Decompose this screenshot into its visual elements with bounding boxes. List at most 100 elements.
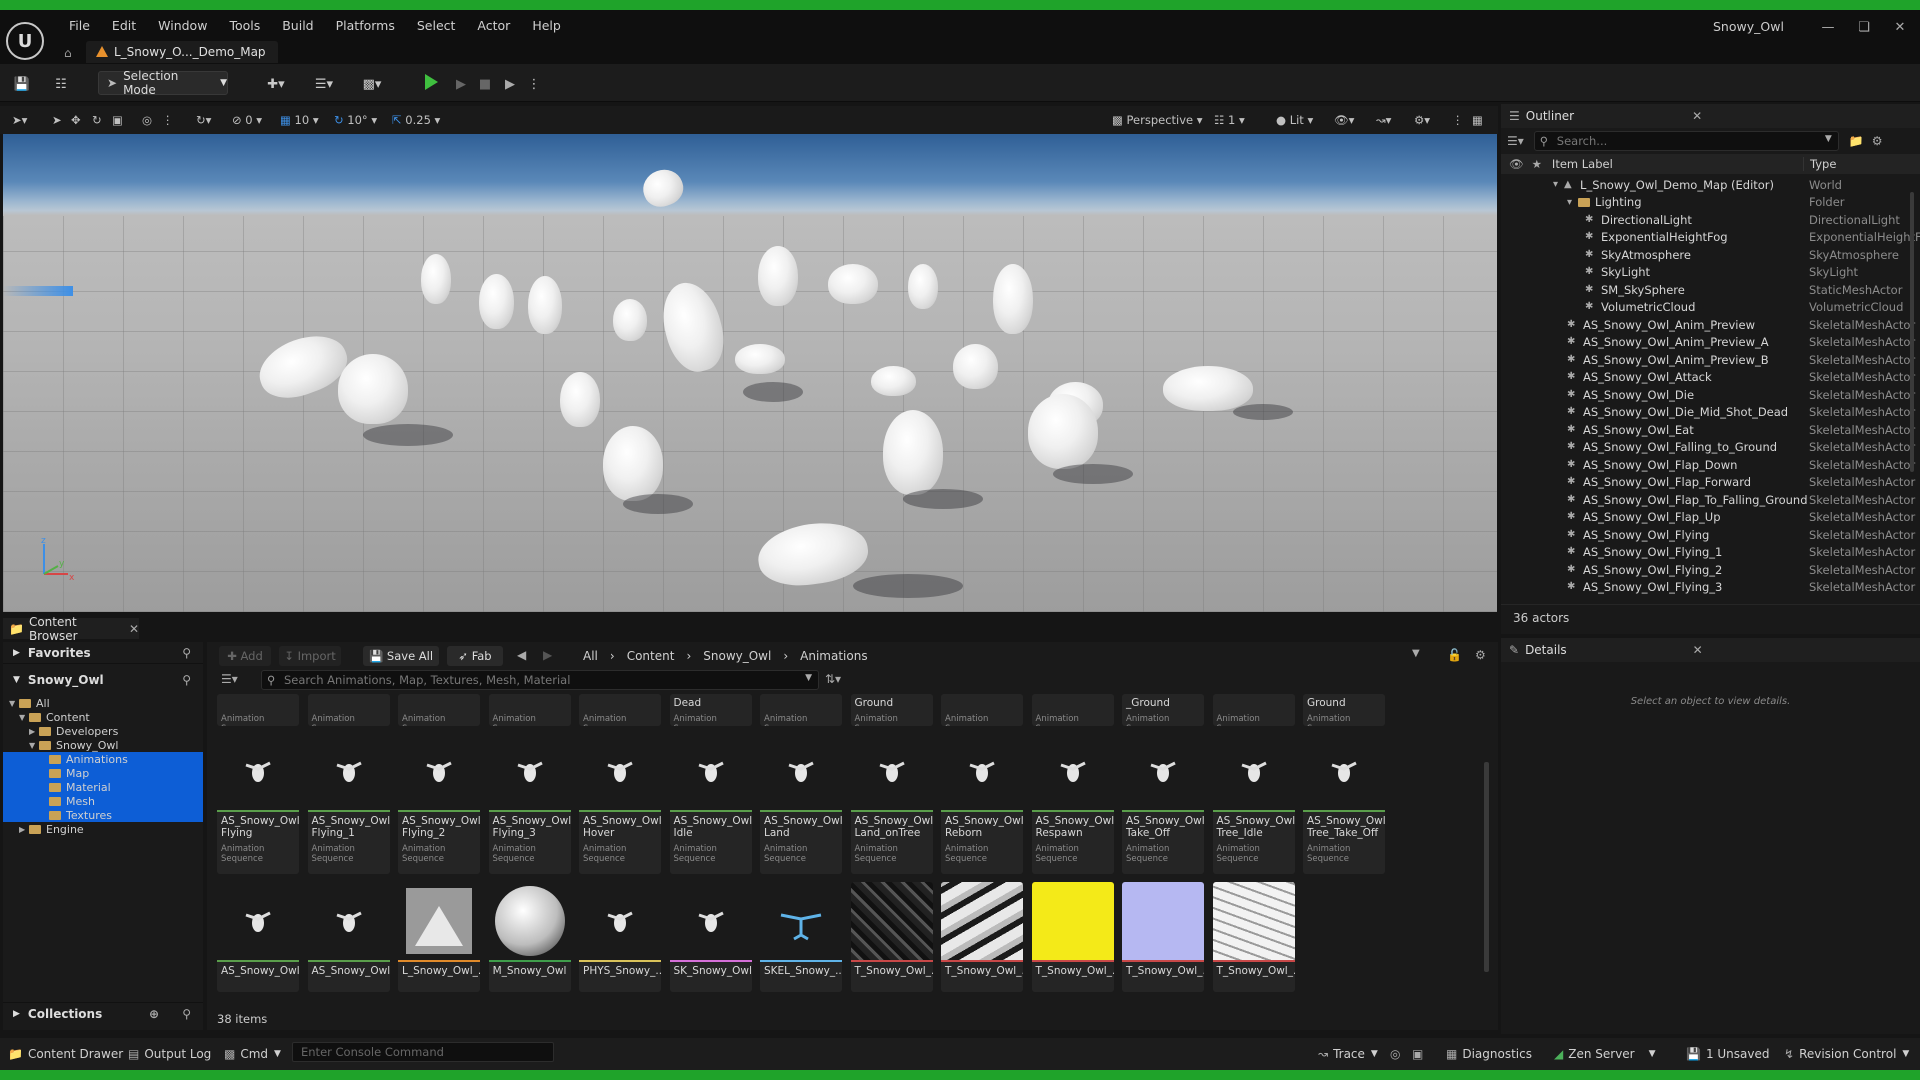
filter-icon[interactable]: ☰▾ (221, 672, 238, 686)
scale-snap[interactable]: ⇱ 0.25 ▾ (392, 110, 440, 130)
asset-tile[interactable]: AS_Snowy_Owl_ Hover Animation Sequence (579, 732, 661, 874)
menu-file[interactable]: File (58, 16, 101, 35)
outliner-row[interactable]: ✱ ExponentialHeightFog ExponentialHeightF (1501, 229, 1920, 247)
level-viewport[interactable] (3, 134, 1497, 612)
asset-tile[interactable]: AS_Snowy_Owl_ Land_onTree Animation Seque… (850, 732, 933, 874)
show-eye-icon[interactable]: 👁▾ (1334, 110, 1354, 130)
outliner-row[interactable]: ✱ AS_Snowy_Owl_Attack SkeletalMeshActor (1501, 369, 1920, 387)
select-arrow-icon[interactable]: ➤ (52, 110, 62, 130)
search-icon[interactable]: ⚲ (182, 1007, 191, 1021)
asset-tile[interactable]: SKEL_Snowy_... (760, 882, 842, 992)
outliner-row[interactable]: ✱ AS_Snowy_Owl_Flying_2 SkeletalMeshActor (1501, 561, 1920, 579)
outliner-row[interactable]: ✱ AS_Snowy_Owl_Flap_Down SkeletalMeshActor (1501, 456, 1920, 474)
asset-tile[interactable]: AS_Snowy_Owl_ Take_Off Animation Sequence (1122, 732, 1204, 874)
asset-tile[interactable]: AS_Snowy_Owl_... (307, 882, 390, 992)
cmd-dropdown[interactable]: ▩ Cmd ▼ (224, 1045, 281, 1063)
asset-tile[interactable]: Animation Sequence (760, 694, 842, 726)
breadcrumb-all[interactable]: All (583, 649, 598, 663)
project-header[interactable]: ▼ Snowy_Owl ⚲ (3, 668, 203, 692)
minimize-icon[interactable]: — (1812, 16, 1844, 38)
tree-chevron-icon[interactable]: ▶ (19, 825, 29, 834)
asset-tile[interactable]: SK_Snowy_Owl (669, 882, 752, 992)
col-type[interactable]: Type (1803, 157, 1836, 171)
outliner-row[interactable]: ✱ SkyLight SkyLight (1501, 264, 1920, 282)
home-icon[interactable]: ⌂ (64, 46, 72, 60)
asset-scrollbar[interactable] (1484, 762, 1489, 972)
outliner-row[interactable]: ✱ AS_Snowy_Owl_Die_Mid_Shot_Dead SkeletalM… (1501, 404, 1920, 422)
menu-select[interactable]: Select (406, 16, 467, 35)
filter-icon[interactable]: ☰▾ (1507, 134, 1524, 148)
browse-icon[interactable]: ☷ (50, 72, 72, 96)
menu-help[interactable]: Help (521, 16, 572, 35)
outliner-row[interactable]: ✱ AS_Snowy_Owl_Anim_Preview SkeletalMeshAc… (1501, 316, 1920, 334)
lit-dropdown[interactable]: ● Lit ▾ (1276, 110, 1313, 130)
asset-tile[interactable]: AS_Snowy_Owl_ Flying_3 Animation Sequence (488, 732, 571, 874)
folder-tree-item[interactable]: ▼ All (3, 696, 203, 710)
outliner-row[interactable]: ✱ AS_Snowy_Owl_Flap_Up SkeletalMeshActor (1501, 509, 1920, 527)
play-icon[interactable] (425, 74, 438, 90)
chevron-down-icon[interactable]: ▾ (1567, 197, 1572, 208)
outliner-row[interactable]: ✱ VolumetricCloud VolumetricCloud (1501, 299, 1920, 317)
asset-search-input[interactable]: ⚲ Search Animations, Map, Textures, Mesh… (261, 670, 819, 690)
asset-tile[interactable]: Animation Sequence (941, 694, 1023, 726)
folder-tree-item[interactable]: Textures (3, 808, 203, 822)
folder-tree-item[interactable]: ▶ Engine (3, 822, 203, 836)
rotate-icon[interactable]: ↻ (92, 110, 102, 130)
asset-tile[interactable]: Animation Sequence (579, 694, 661, 726)
outliner-row[interactable]: ✱ AS_Snowy_Owl_Falling_to_Ground SkeletalM… (1501, 439, 1920, 457)
world-local-icon[interactable]: ◎ (142, 110, 152, 130)
favorites-header[interactable]: ▶ Favorites ⚲ (3, 642, 203, 664)
surface-snap-icon[interactable]: ↻▾ (196, 110, 211, 130)
more-icon[interactable]: ⋮ (162, 110, 174, 130)
lock-icon[interactable]: 🔓 (1447, 648, 1462, 662)
close-icon[interactable]: ✕ (1884, 16, 1916, 38)
performance-icon[interactable]: ↝▾ (1376, 110, 1391, 130)
console-input[interactable]: Enter Console Command (292, 1042, 554, 1062)
asset-tile[interactable]: T_Snowy_Owl_... (941, 882, 1023, 992)
asset-tile[interactable]: Animation Sequence (217, 694, 299, 726)
search-icon[interactable]: ⚲ (182, 673, 191, 687)
outliner-row[interactable]: ✱ AS_Snowy_Owl_Anim_Preview_B SkeletalMesh… (1501, 351, 1920, 369)
folder-tree-item[interactable]: Map (3, 766, 203, 780)
select-tool-icon[interactable]: ➤▾ (12, 110, 27, 130)
fab-button[interactable]: ➶ Fab (447, 646, 503, 666)
outliner-row[interactable]: ▾ ▲ L_Snowy_Owl_Demo_Map (Editor) World (1501, 176, 1920, 194)
asset-tile[interactable]: AS_Snowy_Owl_ Reborn Animation Sequence (941, 732, 1023, 874)
settings-icon[interactable]: ⚙ (1475, 648, 1486, 662)
tree-chevron-icon[interactable]: ▶ (29, 727, 39, 736)
perspective-dropdown[interactable]: ▩ Perspective ▾ (1112, 110, 1203, 130)
tree-chevron-icon[interactable]: ▼ (29, 741, 39, 750)
asset-tile[interactable]: T_Snowy_Owl_... (1031, 882, 1114, 992)
tree-chevron-icon[interactable]: ▼ (9, 699, 19, 708)
more-options-icon[interactable]: ⋮ (528, 72, 541, 96)
asset-tile[interactable]: AS_Snowy_Owl_ Tree_Idle Animation Sequenc… (1212, 732, 1295, 874)
stop-icon[interactable]: ■ (476, 72, 494, 96)
collections-header[interactable]: ▶ Collections ⊕ ⚲ (3, 1002, 203, 1024)
settings-icon[interactable]: ⚙ (1872, 134, 1883, 148)
sort-icon[interactable]: ⇅▾ (825, 672, 841, 686)
output-log-button[interactable]: ▤ Output Log (128, 1045, 211, 1063)
breadcrumb-content[interactable]: Content (627, 649, 675, 663)
viewport-count-dropdown[interactable]: ☷ 1 ▾ (1214, 110, 1245, 130)
diagnostics-button[interactable]: ▦ Diagnostics (1446, 1045, 1532, 1063)
outliner-row[interactable]: ✱ AS_Snowy_Owl_Eat SkeletalMeshActor (1501, 421, 1920, 439)
breadcrumb-snowy-owl[interactable]: Snowy_Owl (703, 649, 771, 663)
grid-snap[interactable]: ▦ 10 ▾ (280, 110, 319, 130)
restore-icon[interactable]: ❏ (1848, 16, 1880, 38)
asset-tile[interactable]: Animation Sequence (488, 694, 571, 726)
outliner-row[interactable]: ✱ SkyAtmosphere SkyAtmosphere (1501, 246, 1920, 264)
menu-edit[interactable]: Edit (101, 16, 147, 35)
screenshot-icon[interactable]: ▣ (1412, 1045, 1423, 1063)
close-tab-icon[interactable]: ✕ (129, 622, 139, 636)
trace-dropdown[interactable]: ↝ Trace ▼ (1318, 1045, 1378, 1063)
outliner-row[interactable]: ✱ DirectionalLight DirectionalLight (1501, 211, 1920, 229)
history-back-icon[interactable]: ◀ (517, 648, 526, 662)
unsaved-button[interactable]: 💾 1 Unsaved (1686, 1045, 1770, 1063)
record-icon[interactable]: ◎ (1390, 1045, 1400, 1063)
asset-tile[interactable]: L_Snowy_Owl_... (398, 882, 480, 992)
outliner-row[interactable]: ✱ AS_Snowy_Owl_Flap_To_Falling_Ground Skel… (1501, 491, 1920, 509)
close-tab-icon[interactable]: ✕ (1693, 643, 1703, 657)
asset-tile[interactable]: Dead Animation Sequence (669, 694, 752, 726)
add-collection-icon[interactable]: ⊕ (149, 1007, 159, 1021)
save-all-button[interactable]: 💾 Save All (363, 646, 439, 666)
